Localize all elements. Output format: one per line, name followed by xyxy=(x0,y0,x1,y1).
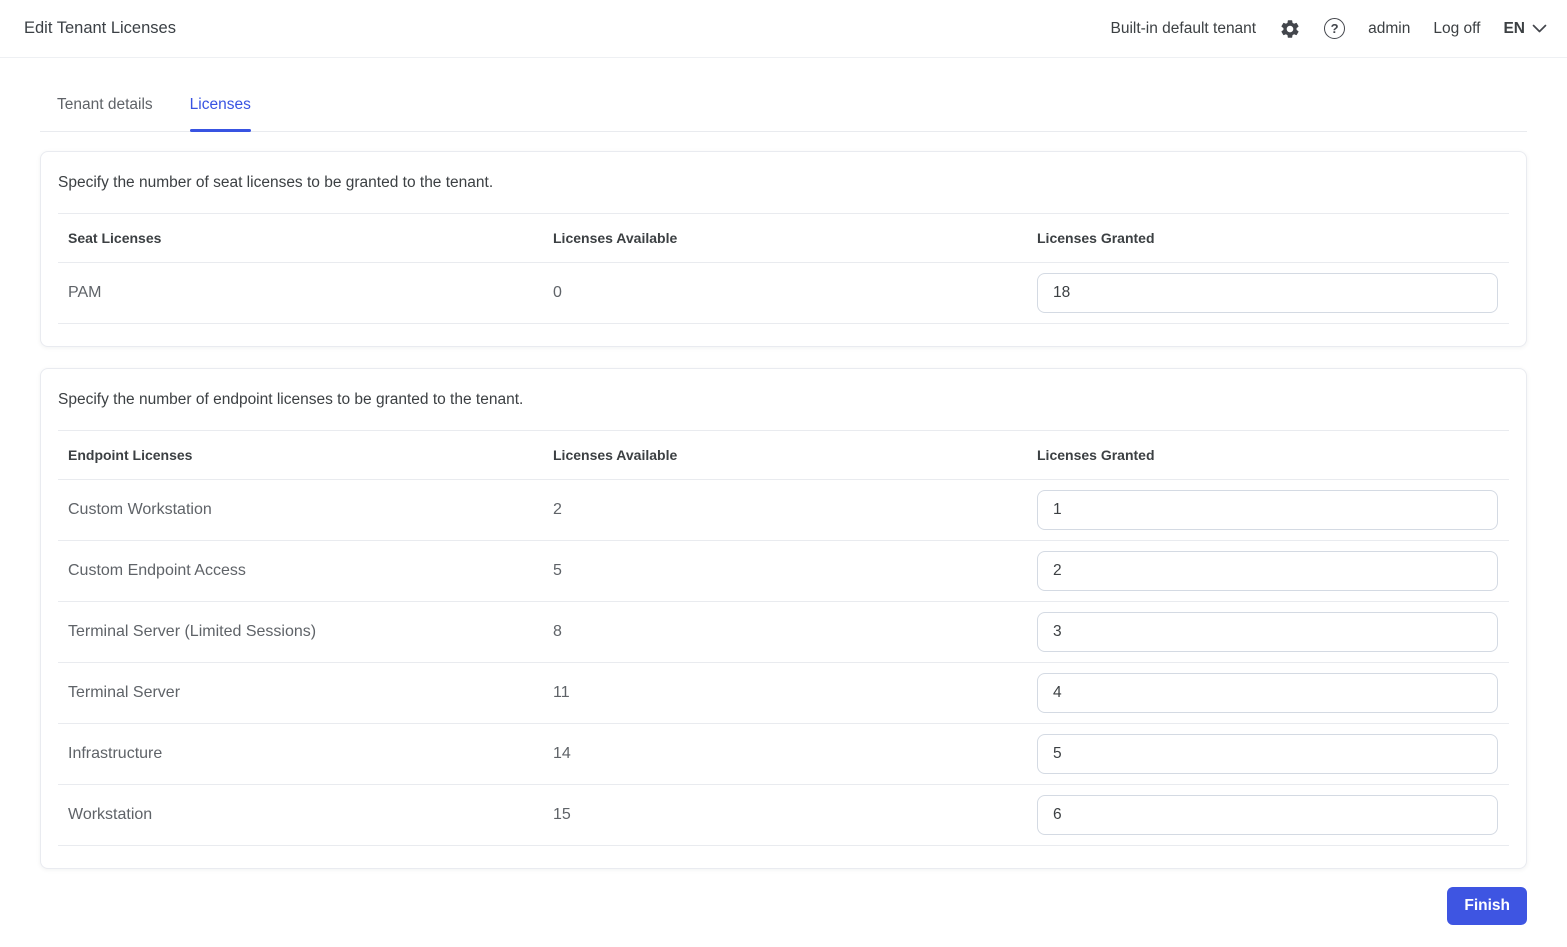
top-bar: Edit Tenant Licenses Built-in default te… xyxy=(0,0,1567,58)
seat-card-description: Specify the number of seat licenses to b… xyxy=(58,173,494,191)
top-bar-actions: Built-in default tenant ? admin Log off … xyxy=(1110,18,1547,40)
footer-actions: Finish xyxy=(40,887,1527,925)
license-name: Custom Workstation xyxy=(68,501,212,518)
table-row: Custom Endpoint Access 5 xyxy=(58,541,1509,602)
language-label: EN xyxy=(1503,19,1525,37)
help-icon[interactable]: ? xyxy=(1324,18,1346,39)
licenses-available-value: 2 xyxy=(553,501,562,518)
licenses-granted-input[interactable] xyxy=(1037,612,1498,652)
license-name: PAM xyxy=(68,284,102,301)
licenses-granted-input[interactable] xyxy=(1037,734,1498,774)
tab-licenses[interactable]: Licenses xyxy=(189,95,252,132)
tenant-label: Built-in default tenant xyxy=(1110,19,1257,37)
column-header-licenses-granted: Licenses Granted xyxy=(1037,230,1155,246)
endpoint-license-table: Endpoint Licenses Licenses Available Lic… xyxy=(58,430,1509,846)
licenses-granted-input[interactable] xyxy=(1037,673,1498,713)
licenses-granted-input[interactable] xyxy=(1037,551,1498,591)
license-name: Custom Endpoint Access xyxy=(68,562,246,579)
column-header-endpoint-licenses: Endpoint Licenses xyxy=(68,447,193,463)
table-header-row: Seat Licenses Licenses Available License… xyxy=(58,213,1509,263)
licenses-granted-input[interactable] xyxy=(1037,795,1498,835)
table-row: Terminal Server 11 xyxy=(58,663,1509,724)
table-header-row: Endpoint Licenses Licenses Available Lic… xyxy=(58,430,1509,480)
column-header-licenses-available: Licenses Available xyxy=(553,230,678,246)
table-row: PAM 0 xyxy=(58,263,1509,324)
column-header-seat-licenses: Seat Licenses xyxy=(68,230,162,246)
column-header-licenses-granted: Licenses Granted xyxy=(1037,447,1155,463)
gear-icon[interactable] xyxy=(1279,18,1301,40)
license-name: Terminal Server (Limited Sessions) xyxy=(68,623,317,640)
licenses-available-value: 11 xyxy=(553,684,570,701)
endpoint-card-description: Specify the number of endpoint licenses … xyxy=(58,390,524,408)
licenses-available-value: 15 xyxy=(553,806,571,823)
table-row: Custom Workstation 2 xyxy=(58,480,1509,541)
licenses-granted-input[interactable] xyxy=(1037,273,1498,313)
license-name: Terminal Server xyxy=(68,684,181,701)
seat-licenses-card: Specify the number of seat licenses to b… xyxy=(40,151,1527,347)
main-content: Tenant details Licenses Specify the numb… xyxy=(0,95,1567,925)
page-title: Edit Tenant Licenses xyxy=(24,19,176,37)
seat-license-table: Seat Licenses Licenses Available License… xyxy=(58,213,1509,324)
finish-button[interactable]: Finish xyxy=(1447,887,1527,925)
user-menu[interactable]: admin xyxy=(1368,20,1410,38)
license-name: Workstation xyxy=(68,806,153,823)
chevron-down-icon xyxy=(1532,24,1547,33)
column-header-licenses-available: Licenses Available xyxy=(553,447,678,463)
tab-bar: Tenant details Licenses xyxy=(40,95,1527,132)
licenses-available-value: 8 xyxy=(553,623,562,640)
logoff-button[interactable]: Log off xyxy=(1433,20,1480,38)
language-selector[interactable]: EN xyxy=(1503,20,1547,38)
endpoint-licenses-card: Specify the number of endpoint licenses … xyxy=(40,368,1527,869)
tab-tenant-details[interactable]: Tenant details xyxy=(57,95,153,131)
licenses-available-value: 0 xyxy=(553,284,562,301)
licenses-available-value: 5 xyxy=(553,562,562,579)
table-row: Workstation 15 xyxy=(58,785,1509,846)
licenses-available-value: 14 xyxy=(553,745,571,762)
table-row: Infrastructure 14 xyxy=(58,724,1509,785)
licenses-granted-input[interactable] xyxy=(1037,490,1498,530)
table-row: Terminal Server (Limited Sessions) 8 xyxy=(58,602,1509,663)
license-name: Infrastructure xyxy=(68,745,163,762)
